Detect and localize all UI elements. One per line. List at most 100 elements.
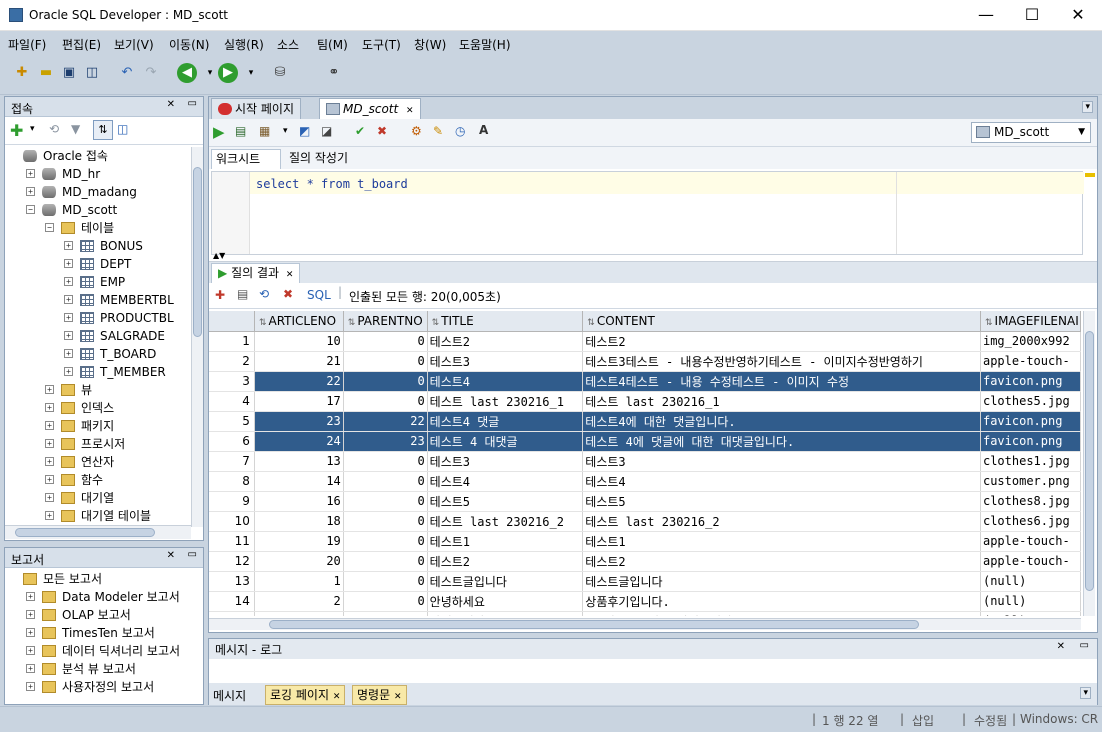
forward-icon[interactable]: ▶	[218, 63, 238, 83]
table-cell[interactable]: 테스트 last 230216_1	[427, 391, 584, 412]
row-number[interactable]: 10	[209, 511, 255, 532]
new-icon[interactable]: ✚	[12, 63, 32, 83]
table-cell[interactable]: 테스트4	[582, 471, 981, 492]
redo-icon[interactable]: ↷	[141, 63, 161, 83]
run-statement-icon[interactable]: ▶	[213, 123, 225, 141]
table-cell[interactable]: 22	[343, 411, 428, 432]
table-cell[interactable]: favicon.png	[980, 431, 1081, 452]
tab-list-icon[interactable]: ▾	[1082, 101, 1093, 113]
autotrace-icon[interactable]: ▦	[259, 124, 270, 138]
column-header[interactable]: ⇅ PARENTNO	[343, 311, 428, 332]
table-cell[interactable]: 0	[343, 391, 428, 412]
table-row[interactable]: 8 14 0 테스트4 테스트4 customer.png	[209, 471, 1081, 492]
row-number[interactable]: 2	[209, 351, 255, 372]
collapse-icon[interactable]: −	[45, 223, 54, 232]
tab-query-result[interactable]: ▶ 질의 결과 ✕	[211, 263, 301, 284]
table-cell[interactable]: 0	[343, 371, 428, 392]
table-cell[interactable]: 테스트4 댓글	[427, 411, 584, 432]
expand-icon[interactable]: +	[64, 331, 73, 340]
expand-icon[interactable]: +	[64, 367, 73, 376]
save-all-icon[interactable]: ◫	[82, 63, 102, 83]
expand-icon[interactable]: +	[64, 277, 73, 286]
table-cell[interactable]: 테스트4	[427, 471, 584, 492]
back-dropdown-icon[interactable]: ▾	[200, 63, 220, 83]
print-icon[interactable]: ▤	[237, 287, 248, 301]
table-cell[interactable]: 테스트 4에 댓글에 대한 대댓글입니다.	[582, 431, 981, 452]
table-cell[interactable]: (null)	[980, 591, 1081, 612]
table-cell[interactable]: clothes5.jpg	[980, 391, 1081, 412]
table-row[interactable]: 13 1 0 테스트글입니다 테스트글입니다 (null)	[209, 571, 1081, 592]
table-cell[interactable]: 테스트4에 대한 댓글입니다.	[582, 411, 981, 432]
row-number[interactable]: 14	[209, 591, 255, 612]
table-row[interactable]: 10 18 0 테스트 last 230216_2 테스트 last 230216_2 c…	[209, 511, 1081, 532]
table-cell[interactable]: clothes1.jpg	[980, 451, 1081, 472]
subtab-worksheet[interactable]: 워크시트	[211, 149, 281, 169]
table-row[interactable]: 3 22 0 테스트4 테스트4테스트 - 내용 수정테스트 - 이미지 수정 favic…	[209, 371, 1081, 392]
row-number[interactable]: 11	[209, 531, 255, 552]
table-cell[interactable]: 테스트1	[427, 531, 584, 552]
panel-close-icon[interactable]: ✕	[1057, 641, 1065, 652]
table-cell[interactable]: 테스트3테스트 - 내용수정반영하기테스트 - 이미지수정반영하기	[582, 351, 981, 372]
table-cell[interactable]: 18	[254, 511, 344, 532]
connections-hscrollbar[interactable]	[5, 525, 191, 539]
table-cell[interactable]: 23	[254, 411, 344, 432]
expand-icon[interactable]: +	[45, 493, 54, 502]
commit-transaction-icon[interactable]: ✔	[355, 124, 365, 138]
results-hscrollbar[interactable]	[209, 618, 1081, 630]
table-cell[interactable]: 상품후기에 대한 답변입니다	[582, 611, 981, 616]
table-cell[interactable]: 1	[254, 571, 344, 592]
row-number[interactable]: 12	[209, 551, 255, 572]
binoculars-icon[interactable]: ⚭	[324, 63, 344, 83]
table-cell[interactable]: apple-touch-	[980, 351, 1081, 372]
table-cell[interactable]: 17	[254, 391, 344, 412]
results-vscrollbar[interactable]	[1083, 311, 1095, 616]
row-number-header[interactable]	[209, 311, 255, 332]
expand-icon[interactable]: +	[45, 403, 54, 412]
table-cell[interactable]: 0	[343, 571, 428, 592]
table-cell[interactable]: 테스트4테스트 - 내용 수정테스트 - 이미지 수정	[582, 371, 981, 392]
table-cell[interactable]: apple-touch-	[980, 531, 1081, 552]
tab-statements[interactable]: 명령문 ✕	[352, 685, 407, 705]
expand-icon[interactable]: +	[26, 610, 35, 619]
table-cell[interactable]: 테스트2	[582, 331, 981, 352]
table-cell[interactable]: apple-touch-	[980, 551, 1081, 572]
column-header[interactable]: ⇅ ARTICLENO	[254, 311, 344, 332]
explain-plan-icon[interactable]: ⚙	[411, 124, 422, 138]
forward-dropdown-icon[interactable]: ▾	[241, 63, 261, 83]
table-cell[interactable]: 2	[343, 611, 428, 616]
column-header[interactable]: ⇅ CONTENT	[582, 311, 981, 332]
sql-worksheet-icon[interactable]: ⛁	[270, 63, 290, 83]
table-cell[interactable]: 0	[343, 331, 428, 352]
table-cell[interactable]: 테스트글입니다	[582, 571, 981, 592]
menu-run[interactable]: 실행(R)	[224, 36, 264, 53]
table-row[interactable]: 1 10 0 테스트2 테스트2 img_2000x992	[209, 331, 1081, 352]
table-row[interactable]: 14 2 0 안녕하세요 상품후기입니다. (null)	[209, 591, 1081, 612]
expand-icon[interactable]: +	[45, 439, 54, 448]
scrollbar-thumb[interactable]	[1085, 331, 1094, 591]
filter-icon[interactable]: ▼	[71, 122, 80, 136]
table-cell[interactable]: 20	[254, 551, 344, 572]
table-cell[interactable]: 19	[254, 531, 344, 552]
table-cell[interactable]: 0	[343, 591, 428, 612]
row-number[interactable]: 9	[209, 491, 255, 512]
table-cell[interactable]: 13	[254, 451, 344, 472]
expand-icon[interactable]: +	[45, 421, 54, 430]
table-cell[interactable]: (null)	[980, 571, 1081, 592]
expand-icon[interactable]: +	[26, 628, 35, 637]
format-icon[interactable]: A	[479, 123, 488, 137]
expand-icon[interactable]: +	[26, 187, 35, 196]
table-row[interactable]: 1532답변입니다상품후기에 대한 답변입니다(null)	[209, 611, 1081, 616]
table-cell[interactable]: clothes6.jpg	[980, 511, 1081, 532]
subtab-query-builder[interactable]: 질의 작성기	[285, 149, 348, 169]
expand-icon[interactable]: +	[64, 349, 73, 358]
row-number[interactable]: 1	[209, 331, 255, 352]
table-row[interactable]: 5 23 22 테스트4 댓글 테스트4에 대한 댓글입니다. favicon.png	[209, 411, 1081, 432]
tab-logging-page[interactable]: 로깅 페이지 ✕	[265, 685, 346, 705]
connection-select[interactable]: MD_scott ▼	[971, 122, 1091, 143]
run-script-icon[interactable]: ▤	[235, 124, 246, 138]
splitter-icon[interactable]: ▲▼	[213, 251, 225, 260]
maximize-button[interactable]: ☐	[1009, 0, 1055, 30]
table-row[interactable]: 7 13 0 테스트3 테스트3 clothes1.jpg	[209, 451, 1081, 472]
back-icon[interactable]: ◀	[177, 63, 197, 83]
table-cell[interactable]: 상품후기입니다.	[582, 591, 981, 612]
